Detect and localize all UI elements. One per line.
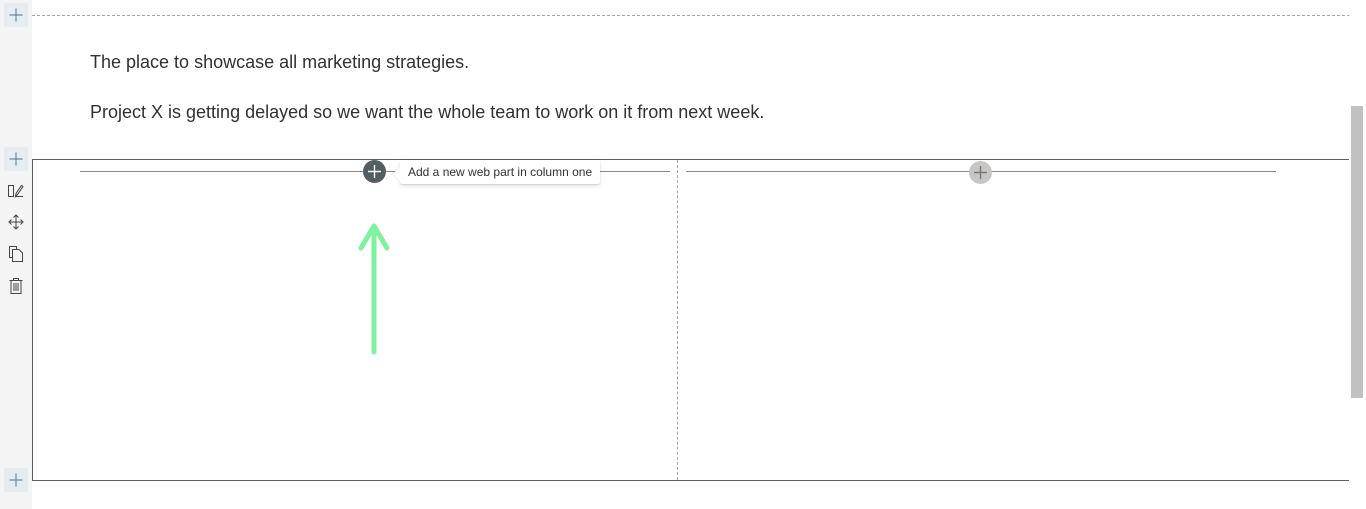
plus-icon [9, 473, 23, 487]
plus-icon [9, 152, 23, 166]
plus-icon [368, 165, 381, 178]
add-web-part-button-column-one[interactable] [363, 160, 386, 183]
move-section-button[interactable] [4, 210, 28, 234]
section-boundary-top [32, 15, 1350, 16]
add-section-button-top[interactable] [4, 3, 28, 27]
add-section-button-middle[interactable] [4, 147, 28, 171]
text-web-part[interactable]: The place to showcase all marketing stra… [90, 50, 764, 124]
plus-icon [974, 166, 987, 179]
add-web-part-tooltip: Add a new web part in column one [400, 160, 601, 184]
add-section-button-bottom[interactable] [4, 468, 28, 492]
delete-icon [9, 278, 23, 294]
move-icon [8, 214, 24, 230]
paragraph-project-x: Project X is getting delayed so we want … [90, 102, 765, 122]
scrollbar-thumb[interactable] [1351, 106, 1363, 398]
edit-section-button[interactable] [4, 179, 28, 203]
plus-icon [9, 8, 23, 22]
duplicate-icon [9, 246, 23, 262]
vertical-scrollbar[interactable] [1349, 0, 1366, 509]
edit-section-icon [8, 184, 24, 198]
paragraph-showcase: The place to showcase all marketing stra… [90, 52, 470, 72]
column-divider [677, 160, 678, 480]
tooltip-text: Add a new web part in column one [408, 165, 593, 179]
section-toolbar-rail [0, 0, 32, 509]
up-arrow-icon [358, 223, 390, 355]
add-web-part-button-column-two[interactable] [969, 161, 992, 184]
delete-section-button[interactable] [4, 274, 28, 298]
two-column-section[interactable]: Add a new web part in column one [32, 159, 1350, 481]
duplicate-section-button[interactable] [4, 242, 28, 266]
